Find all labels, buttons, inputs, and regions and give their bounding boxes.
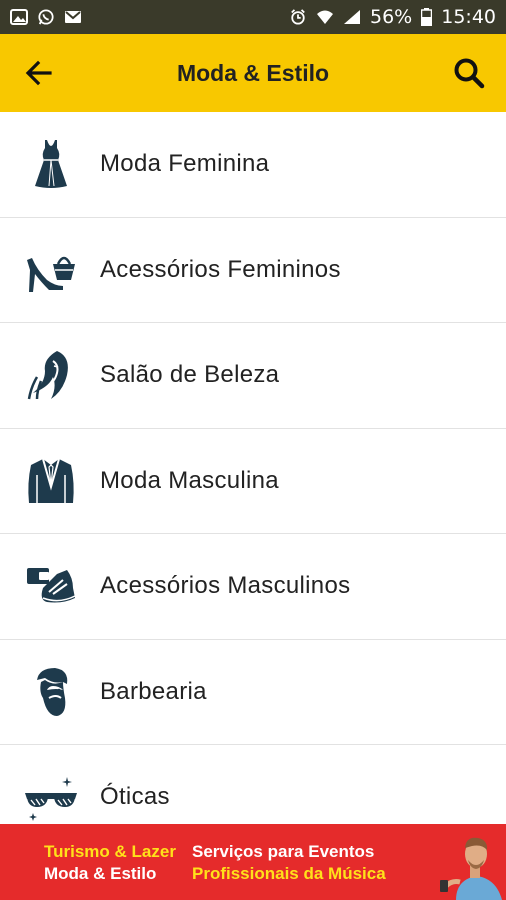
app-bar: Moda & Estilo (0, 34, 506, 112)
promo-banner[interactable]: Turismo & Lazer Serviços para Eventos Mo… (0, 824, 506, 900)
gallery-notification-icon (10, 9, 28, 25)
mail-notification-icon (65, 11, 81, 23)
list-item-label: Acessórios Femininos (100, 255, 341, 283)
list-item-label: Salão de Beleza (100, 361, 280, 389)
bearded-man-icon (37, 667, 68, 716)
list-item-moda-feminina[interactable]: Moda Feminina (0, 112, 506, 218)
person-with-phone-image (440, 837, 502, 900)
list-item-label: Óticas (100, 783, 170, 811)
banner-link-musica[interactable]: Profissionais da Música (192, 864, 412, 884)
sunglasses-icon (25, 777, 77, 822)
whatsapp-notification-icon (38, 9, 54, 25)
list-item-acessorios-femininos[interactable]: Acessórios Femininos (0, 217, 506, 323)
list-item-label: Moda Feminina (100, 150, 270, 178)
back-arrow-icon[interactable] (22, 56, 56, 90)
list-item-acessorios-masculinos[interactable]: Acessórios Masculinos (0, 534, 506, 640)
list-item-moda-masculina[interactable]: Moda Masculina (0, 428, 506, 534)
clock: 15:40 (441, 6, 496, 28)
list-item-barbearia[interactable]: Barbearia (0, 639, 506, 745)
category-list: Moda Feminina Acessórios Femininos Salão… (0, 112, 506, 824)
wifi-icon (317, 10, 333, 24)
signal-icon (344, 10, 360, 24)
search-icon[interactable] (452, 56, 486, 90)
heel-and-bag-icon (27, 256, 75, 292)
battery-percent: 56% (370, 6, 413, 28)
page-title: Moda & Estilo (176, 59, 330, 86)
list-item-oticas[interactable]: Óticas (0, 745, 506, 824)
suit-jacket-icon (28, 458, 74, 503)
banner-link-moda[interactable]: Moda & Estilo (44, 864, 192, 884)
list-item-label: Acessórios Masculinos (100, 572, 351, 600)
wallet-and-sneaker-icon (27, 568, 76, 603)
banner-link-turismo[interactable]: Turismo & Lazer (44, 842, 192, 862)
banner-link-eventos[interactable]: Serviços para Eventos (192, 842, 412, 862)
status-bar: 56% 15:40 (0, 0, 506, 34)
list-item-label: Barbearia (100, 677, 207, 705)
alarm-icon (291, 9, 305, 25)
dress-icon (35, 140, 67, 189)
woman-hair-icon (27, 351, 68, 400)
list-item-salao-de-beleza[interactable]: Salão de Beleza (0, 323, 506, 429)
battery-icon (421, 8, 433, 26)
list-item-label: Moda Masculina (100, 466, 279, 494)
